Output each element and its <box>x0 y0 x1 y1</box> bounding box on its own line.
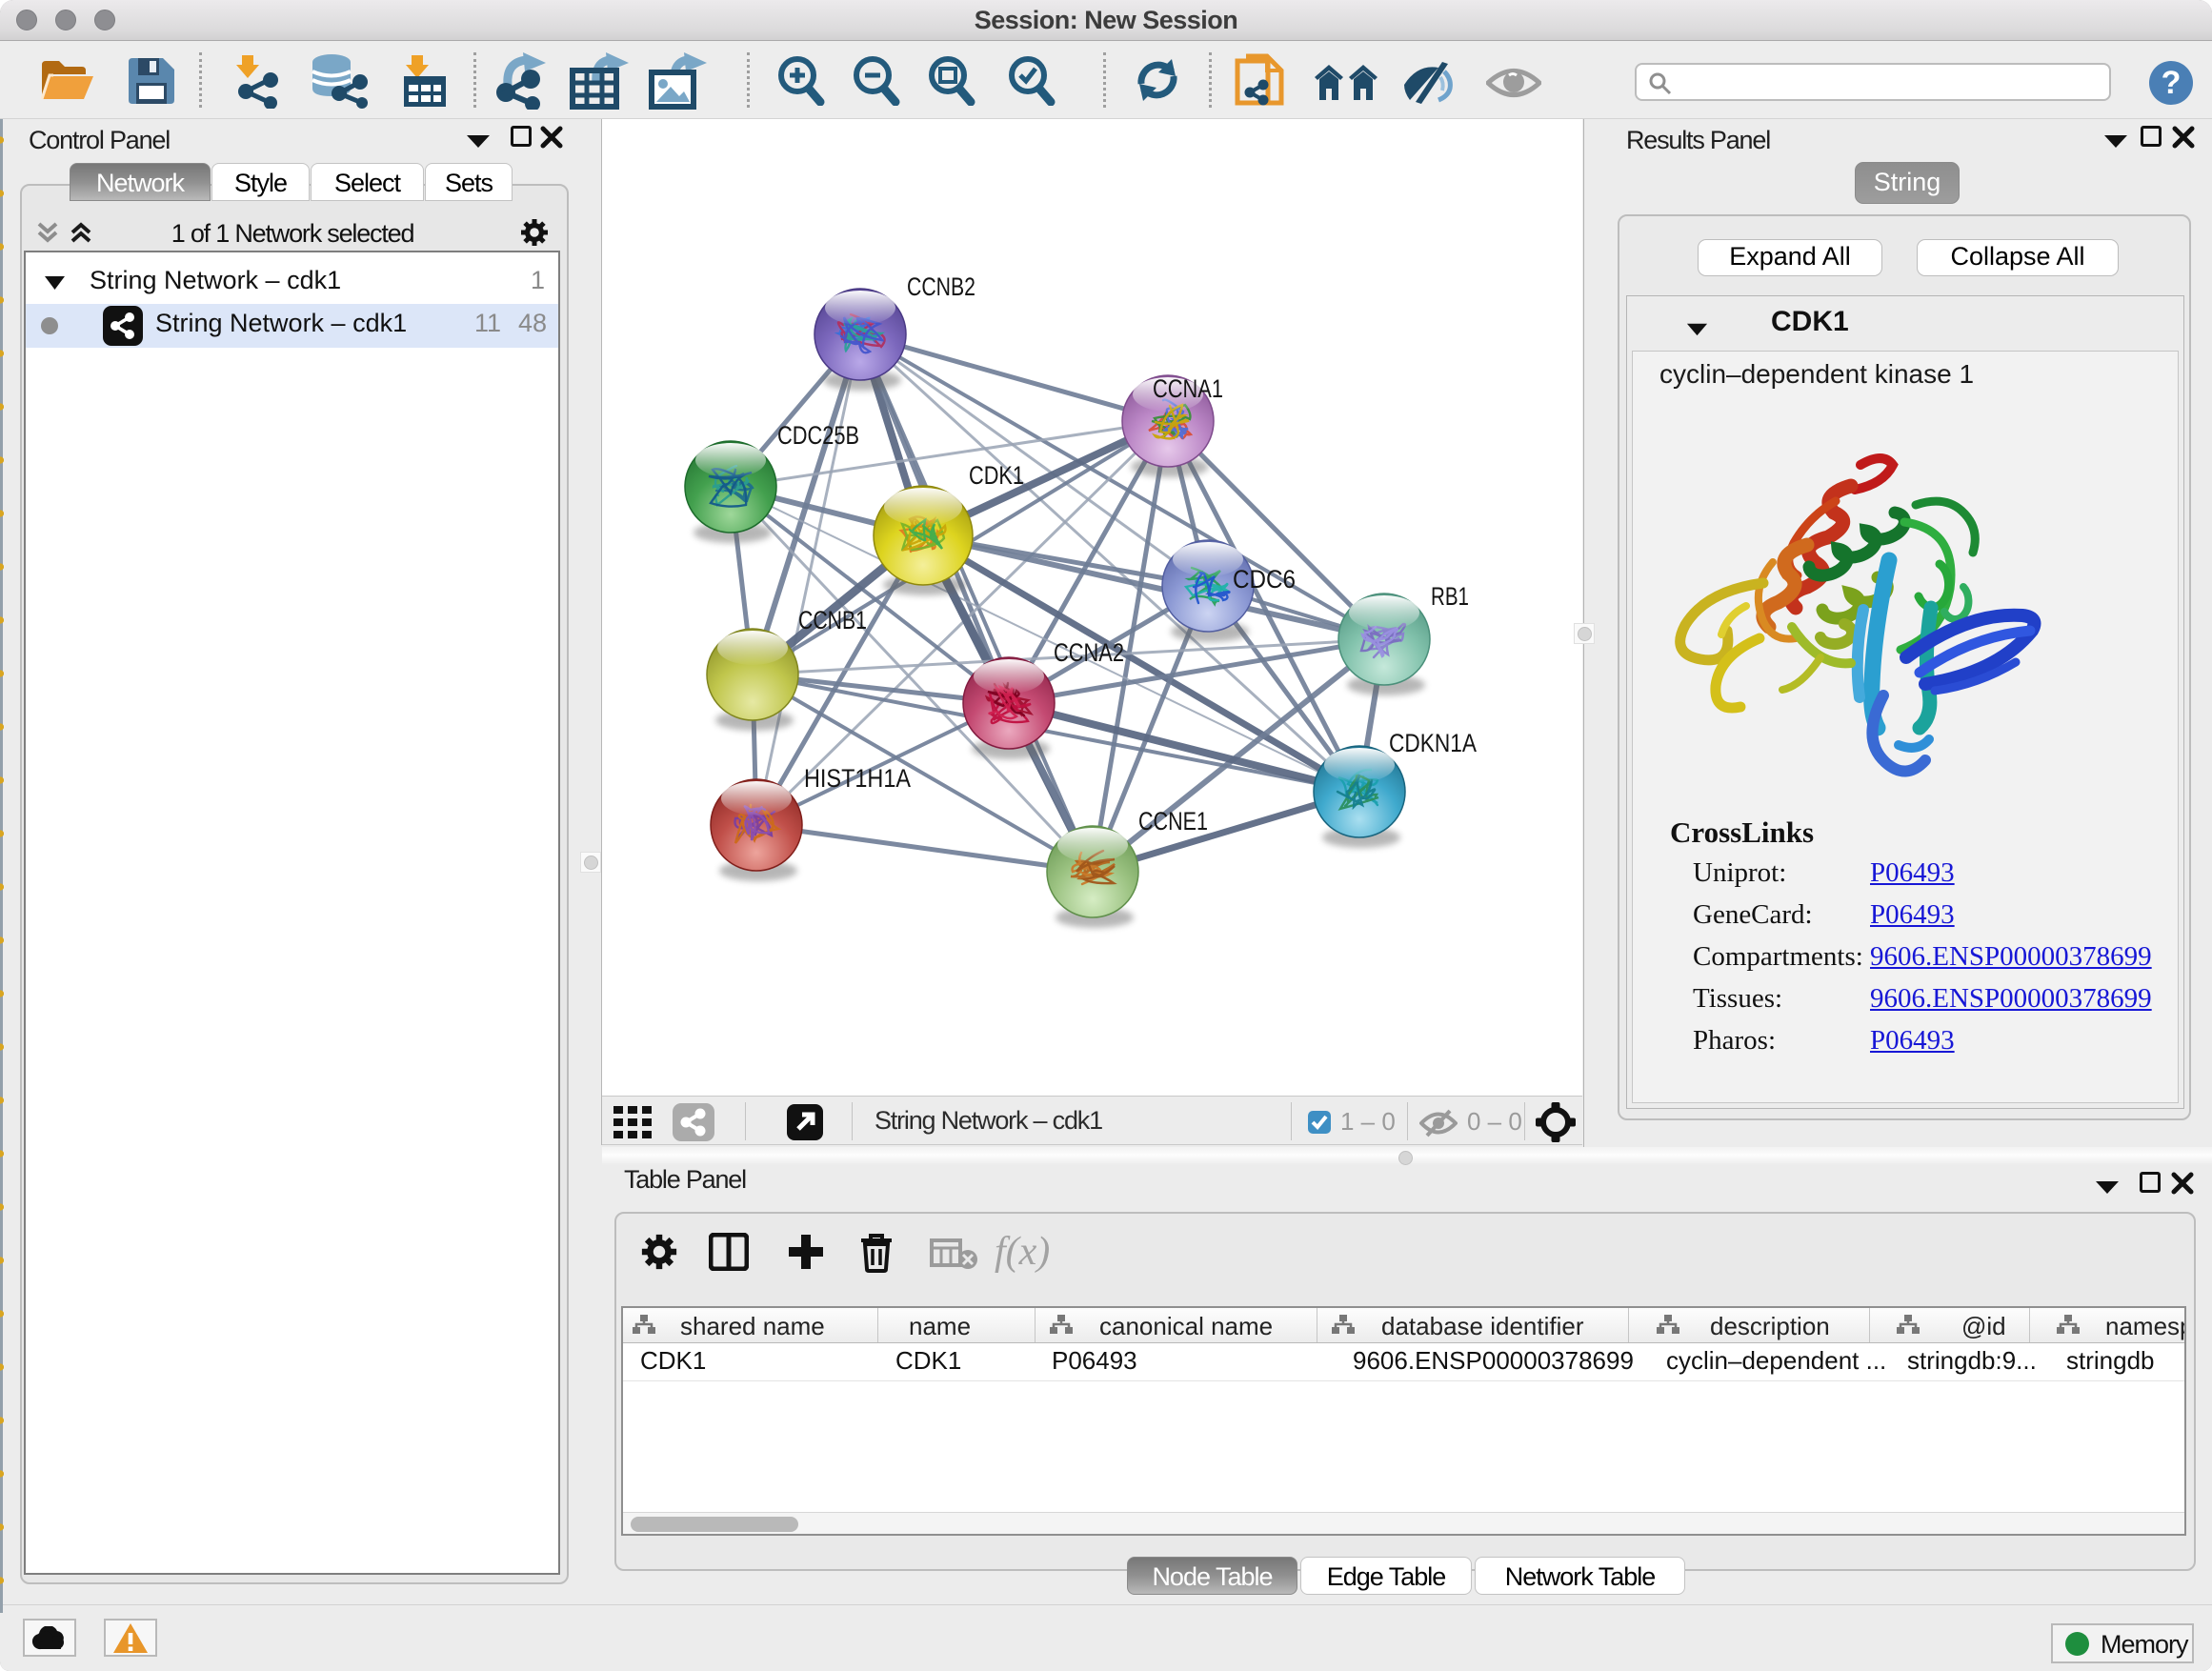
svg-text:CCNB2: CCNB2 <box>907 272 975 301</box>
svg-text:CCNA2: CCNA2 <box>1054 638 1124 667</box>
svg-text:RB1: RB1 <box>1431 582 1469 611</box>
svg-text:CDKN1A: CDKN1A <box>1389 729 1477 757</box>
svg-text:CCNB1: CCNB1 <box>798 606 867 634</box>
svg-text:HIST1H1A: HIST1H1A <box>804 764 911 793</box>
svg-text:CDC25B: CDC25B <box>777 421 859 450</box>
svg-text:CDK1: CDK1 <box>969 461 1024 490</box>
svg-text:CCNE1: CCNE1 <box>1138 807 1208 836</box>
svg-text:CCNA1: CCNA1 <box>1153 374 1223 403</box>
svg-text:CDC6: CDC6 <box>1233 565 1296 594</box>
